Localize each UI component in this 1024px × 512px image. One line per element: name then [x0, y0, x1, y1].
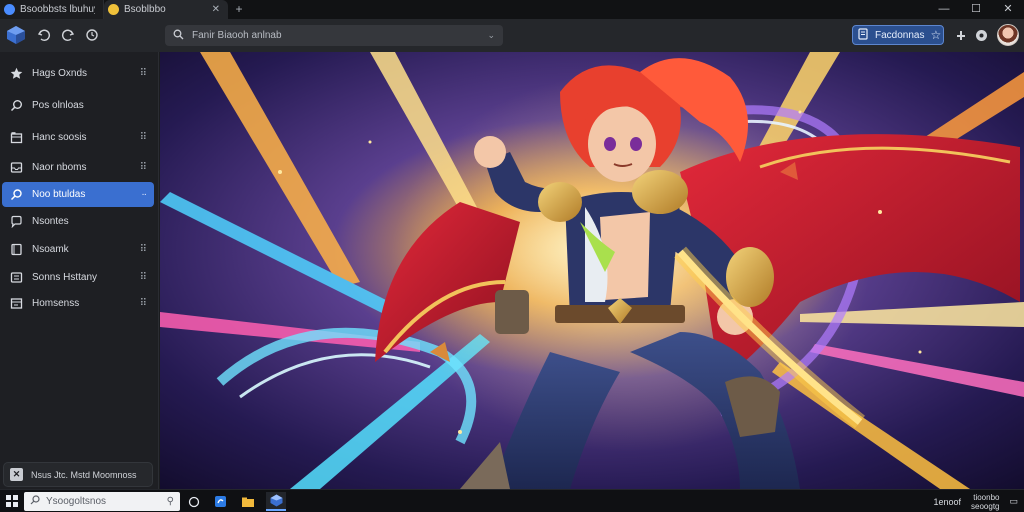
minimize-button[interactable]: —	[928, 0, 960, 19]
tab-title: Bsoblbbo	[124, 4, 166, 15]
extensions-icon[interactable]	[951, 26, 969, 44]
tab-1[interactable]: Bsoobbsts lbuhuys	[0, 0, 104, 19]
favorites-pill-button[interactable]: Facdonnas ☆	[852, 25, 944, 45]
sidebar-profile-card[interactable]: ✕ Nsus Jtc. Mstd Moomnoss	[3, 462, 153, 487]
drag-handle-icon[interactable]: ⠿	[140, 68, 147, 79]
page-icon	[857, 27, 869, 43]
history-icon	[9, 271, 23, 285]
profile-label: Nsus Jtc. Mstd Moomnoss	[31, 469, 137, 480]
folder-icon	[9, 297, 23, 311]
sidebar-item-label: Homsenss	[32, 298, 80, 309]
address-bar[interactable]: Fanir Biaooh anlnab ⌄	[165, 25, 503, 46]
star-icon[interactable]: ☆	[930, 28, 941, 42]
sidebar-item-label: Noo btuldas	[32, 189, 86, 200]
sidebar-item-5[interactable]: Noo btuldas ··	[2, 182, 154, 207]
bookmark-icon	[9, 243, 23, 257]
tab-2[interactable]: Bsoblbbo ✕	[104, 0, 228, 19]
drag-handle-icon[interactable]: ⠿	[140, 244, 147, 255]
search-icon	[9, 99, 23, 113]
sidebar-item-7[interactable]: Nsoamk ⠿	[2, 237, 154, 262]
sidebar-item-label: Pos olnloas	[32, 100, 84, 111]
edge-app-icon[interactable]	[210, 492, 230, 511]
chat-icon	[9, 215, 23, 229]
browser-window: Bsoobbsts lbuhuys Bsoblbbo ✕ + — ☐ ✕	[0, 0, 1024, 512]
drag-handle-icon[interactable]: ⠿	[140, 272, 147, 283]
sidebar-item-3[interactable]: Hanc soosis ⠿	[2, 125, 154, 150]
start-icon[interactable]	[6, 495, 18, 507]
tray-time[interactable]: 1enoof	[933, 497, 961, 507]
microphone-icon[interactable]: ⚲	[167, 496, 174, 507]
refresh-icon[interactable]	[83, 26, 101, 44]
file-explorer-icon[interactable]	[238, 492, 258, 511]
sidebar-item-4[interactable]: Naor nboms ⠿	[2, 155, 154, 180]
hero-illustration	[160, 52, 1024, 489]
taskbar: Ysoogoltsnos ⚲ 1enoof tioonbo seoogtg ▭	[0, 489, 1024, 512]
taskbar-search-input[interactable]: Ysoogoltsnos ⚲	[24, 492, 180, 511]
tray-clock[interactable]: tioonbo seoogtg	[971, 493, 999, 511]
sidebar-item-9[interactable]: Homsenss ⠿	[2, 291, 154, 316]
close-window-button[interactable]: ✕	[992, 0, 1024, 19]
system-tray: 1enoof tioonbo seoogtg ▭	[933, 492, 1018, 511]
search-icon	[30, 495, 40, 508]
address-dropdown-icon[interactable]: ⌄	[487, 30, 495, 41]
tab-favicon-icon	[108, 4, 119, 15]
drag-handle-icon[interactable]: ⠿	[140, 298, 147, 309]
notifications-icon[interactable]: ▭	[1009, 496, 1018, 507]
new-tab-button[interactable]: +	[228, 0, 250, 19]
sidebar-item-2[interactable]: Pos olnloas	[2, 93, 154, 118]
star-icon	[9, 67, 23, 81]
inbox-icon	[9, 161, 23, 175]
toolbar: Fanir Biaooh anlnab ⌄ Facdonnas ☆	[0, 19, 1024, 52]
browser-logo-icon[interactable]	[6, 25, 26, 45]
browser-app-icon[interactable]	[266, 492, 286, 511]
back-icon[interactable]	[35, 26, 53, 44]
drag-handle-icon[interactable]: ⠿	[140, 162, 147, 173]
pen-icon	[9, 188, 23, 202]
forward-icon[interactable]	[59, 26, 77, 44]
taskbar-search-placeholder: Ysoogoltsnos	[46, 496, 107, 507]
tray-date-line-2: seoogtg	[971, 501, 1000, 511]
more-icon[interactable]: ··	[141, 189, 147, 200]
sidebar-item-label: Hags Oxnds	[32, 68, 88, 79]
settings-icon[interactable]	[972, 26, 990, 44]
window-controls: — ☐ ✕	[928, 0, 1024, 19]
favorites-label: Facdonnas	[875, 29, 925, 41]
address-text[interactable]: Fanir Biaooh anlnab	[192, 30, 479, 41]
sidebar-item-label: Nsontes	[32, 216, 69, 227]
profile-icon: ✕	[10, 468, 23, 481]
task-view-icon[interactable]	[184, 492, 204, 511]
sidebar-item-6[interactable]: Nsontes	[2, 209, 154, 234]
drag-handle-icon[interactable]: ⠿	[140, 132, 147, 143]
sidebar-item-label: Naor nboms	[32, 162, 87, 173]
sidebar-item-label: Sonns Hsttany	[32, 272, 98, 283]
profile-avatar[interactable]	[997, 24, 1019, 46]
sidebar-item-8[interactable]: Sonns Hsttany ⠿	[2, 265, 154, 290]
tray-date-line-1: tioonbo	[973, 492, 1000, 502]
search-icon	[173, 27, 184, 45]
maximize-button[interactable]: ☐	[960, 0, 992, 19]
close-tab-icon[interactable]: ✕	[212, 4, 220, 15]
tab-strip: Bsoobbsts lbuhuys Bsoblbbo ✕ + — ☐ ✕	[0, 0, 1024, 19]
sidebar-item-1[interactable]: Hags Oxnds ⠿	[2, 61, 154, 86]
tab-favicon-icon	[4, 4, 15, 15]
sidebar-item-label: Hanc soosis	[32, 132, 87, 143]
sidebar-item-label: Nsoamk	[32, 244, 69, 255]
sidebar: Hags Oxnds ⠿ Pos olnloas Hanc soosis ⠿ N…	[0, 52, 159, 489]
tab-title: Bsoobbsts lbuhuys	[20, 4, 95, 15]
home-icon	[9, 131, 23, 145]
